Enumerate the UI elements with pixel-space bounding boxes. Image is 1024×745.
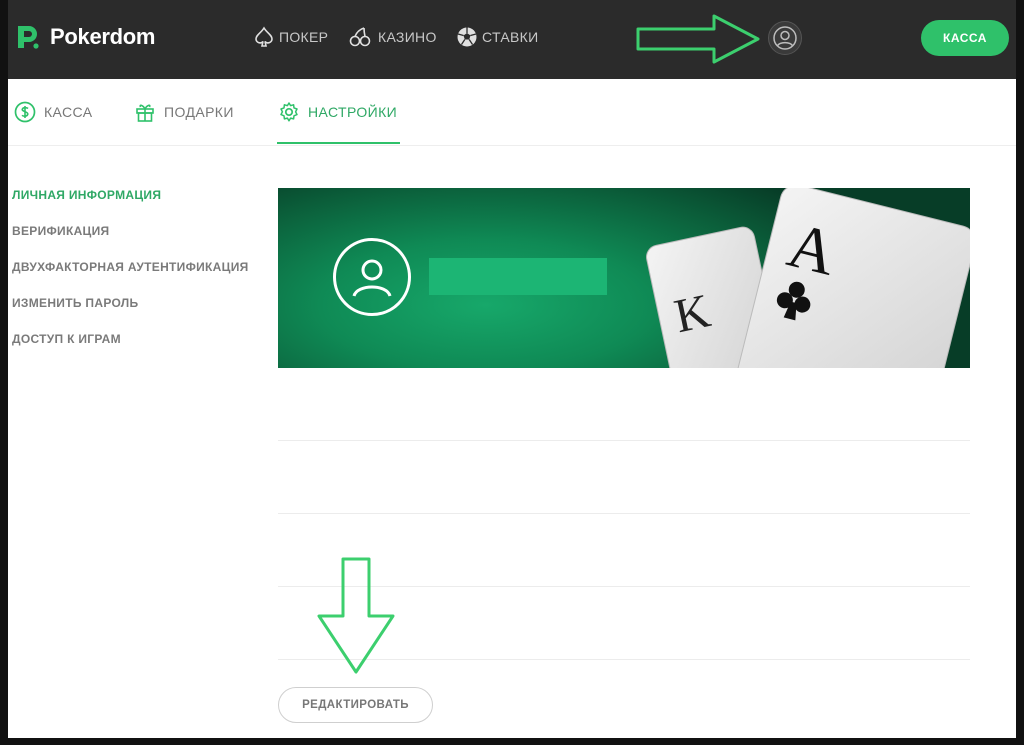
nav-casino-label: КАЗИНО (378, 29, 437, 45)
soccer-ball-icon (457, 27, 477, 47)
profile-avatar (333, 238, 411, 316)
tab-cashier-label: КАССА (44, 104, 93, 120)
gear-icon (280, 102, 298, 122)
side-item-game-access[interactable]: ДОСТУП К ИГРАМ (12, 332, 249, 368)
pokerdom-logo-icon (18, 26, 39, 49)
gift-icon (136, 104, 154, 122)
annotation-arrow-down-icon (317, 557, 395, 674)
settings-side-menu: ЛИЧНАЯ ИНФОРМАЦИЯ ВЕРИФИКАЦИЯ ДВУХФАКТОР… (12, 188, 249, 368)
user-icon (773, 26, 797, 50)
tab-gifts-label: ПОДАРКИ (164, 104, 234, 120)
annotation-arrow-right-icon (636, 14, 760, 64)
side-item-two-factor-auth[interactable]: ДВУХФАКТОРНАЯ АУТЕНТИФИКАЦИЯ (12, 260, 249, 296)
cashier-button[interactable]: КАССА (921, 20, 1009, 56)
playing-cards-image: K A (646, 188, 970, 368)
tab-settings[interactable]: НАСТРОЙКИ (278, 101, 397, 123)
nav-poker[interactable]: ПОКЕР (253, 25, 328, 49)
profile-avatar-button[interactable] (768, 21, 802, 55)
field-divider (278, 440, 970, 441)
page-frame: Pokerdom ПОКЕР КАЗИНО СТАВКИ КАССА КАССА… (8, 0, 1016, 738)
spade-icon (255, 26, 273, 47)
nav-bets-label: СТАВКИ (482, 29, 539, 45)
side-item-personal-info[interactable]: ЛИЧНАЯ ИНФОРМАЦИЯ (12, 188, 249, 224)
tab-cashier[interactable]: КАССА (14, 101, 92, 123)
profile-name-redacted (429, 258, 607, 295)
tab-settings-label: НАСТРОЙКИ (308, 104, 398, 120)
profile-banner: K A (278, 188, 970, 368)
edit-profile-button[interactable]: РЕДАКТИРОВАТЬ (278, 687, 433, 723)
settings-tabs: КАССА ПОДАРКИ НАСТРОЙКИ (8, 79, 1016, 146)
active-tab-indicator (277, 142, 400, 144)
side-item-change-password[interactable]: ИЗМЕНИТЬ ПАРОЛЬ (12, 296, 249, 332)
side-item-verification[interactable]: ВЕРИФИКАЦИЯ (12, 224, 249, 260)
nav-casino[interactable]: КАЗИНО (348, 25, 437, 49)
field-divider (278, 513, 970, 514)
dollar-icon (14, 101, 36, 123)
logo[interactable]: Pokerdom (14, 22, 155, 52)
user-icon (352, 259, 392, 297)
nav-bets[interactable]: СТАВКИ (456, 25, 538, 49)
nav-poker-label: ПОКЕР (279, 29, 329, 45)
logo-text: Pokerdom (50, 24, 156, 49)
top-bar: Pokerdom ПОКЕР КАЗИНО СТАВКИ КАССА (8, 0, 1016, 79)
tab-gifts[interactable]: ПОДАРКИ (134, 101, 234, 123)
cherries-icon (349, 27, 371, 47)
